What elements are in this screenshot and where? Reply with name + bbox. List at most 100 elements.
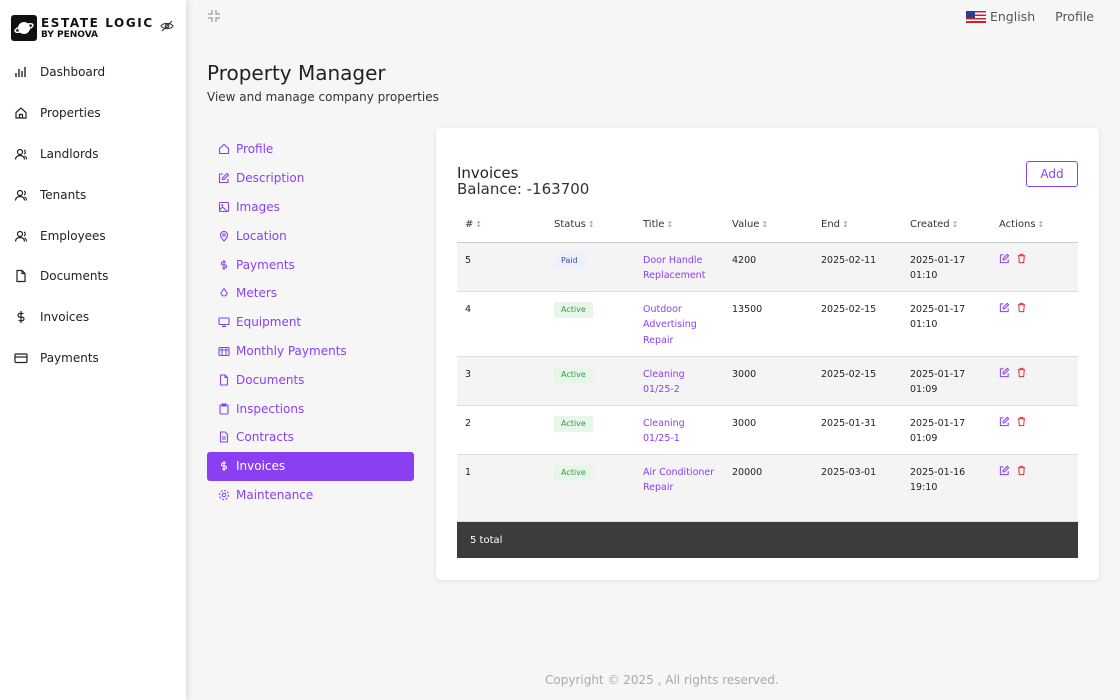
submenu-item-label: Documents	[236, 372, 305, 387]
dollar-icon	[218, 258, 231, 271]
copyright: Copyright © 2025 , All rights reserved.	[545, 673, 779, 687]
user-icon	[14, 187, 30, 203]
submenu-item-location[interactable]: Location	[207, 221, 414, 250]
trash-icon[interactable]	[1016, 416, 1027, 427]
column-header-status[interactable]: Status ↕	[546, 208, 635, 243]
cell-id: 1	[457, 454, 546, 522]
bar-chart-icon	[14, 64, 30, 80]
submenu-item-label: Invoices	[236, 459, 286, 474]
logo[interactable]: ESTATE LOGIC BY PENOVA	[11, 15, 154, 41]
dollar-icon	[14, 309, 30, 325]
sidebar-item-dashboard[interactable]: Dashboard	[0, 52, 186, 93]
submenu-item-label: Maintenance	[236, 487, 314, 502]
submenu-item-images[interactable]: Images	[207, 193, 414, 222]
dollar-icon	[218, 460, 231, 473]
cell-created: 2025-01-17 01:09	[902, 356, 991, 406]
sort-icon: ↕	[587, 220, 595, 230]
submenu-item-maintenance[interactable]: Maintenance	[207, 481, 414, 510]
edit-icon[interactable]	[999, 302, 1010, 313]
cell-value: 20000	[724, 454, 813, 522]
cell-created: 2025-01-16 19:10	[902, 454, 991, 522]
column-header-title[interactable]: Title ↕	[635, 208, 724, 243]
user-icon	[14, 146, 30, 162]
sort-icon: ↕	[1037, 220, 1045, 230]
submenu-item-invoices[interactable]: Invoices	[207, 451, 414, 481]
column-header-value[interactable]: Value ↕	[724, 208, 813, 243]
submenu-item-contracts[interactable]: Contracts	[207, 423, 414, 452]
sidebar-item-tenants[interactable]: Tenants	[0, 174, 186, 215]
home-icon	[218, 143, 231, 156]
cell-end: 2025-03-01	[813, 454, 902, 522]
calendar-icon	[218, 344, 231, 357]
cell-id: 3	[457, 356, 546, 406]
submenu-item-documents[interactable]: Documents	[207, 365, 414, 394]
invoice-title-link[interactable]: Outdoor Advertising Repair	[635, 291, 724, 357]
credit-card-icon	[14, 350, 30, 366]
cell-value: 3000	[724, 405, 813, 455]
trash-icon[interactable]	[1016, 253, 1027, 264]
trash-icon[interactable]	[1016, 367, 1027, 378]
sidebar-item-payments[interactable]: Payments	[0, 338, 186, 379]
trash-icon[interactable]	[1016, 302, 1027, 313]
edit-icon[interactable]	[999, 465, 1010, 476]
submenu-item-meters[interactable]: Meters	[207, 279, 414, 308]
edit-icon[interactable]	[999, 367, 1010, 378]
submenu-item-equipment[interactable]: Equipment	[207, 308, 414, 337]
submenu-item-payments[interactable]: Payments	[207, 250, 414, 279]
invoice-title-link[interactable]: Door Handle Replacement	[635, 242, 724, 292]
page-title: Property Manager	[207, 61, 386, 85]
sidebar-item-label: Tenants	[40, 187, 87, 202]
submenu-item-label: Contracts	[236, 430, 294, 445]
sidebar-item-documents[interactable]: Documents	[0, 256, 186, 297]
submenu-item-description[interactable]: Description	[207, 164, 414, 193]
table-row: 1 Active Air Conditioner Repair 20000 20…	[457, 454, 1078, 522]
submenu-item-inspections[interactable]: Inspections	[207, 394, 414, 423]
edit-icon[interactable]	[999, 253, 1010, 264]
cell-created: 2025-01-17 01:10	[902, 291, 991, 357]
status-badge: Paid	[554, 252, 585, 269]
monitor-icon	[218, 316, 231, 329]
sidebar-item-employees[interactable]: Employees	[0, 215, 186, 256]
cell-end: 2025-02-15	[813, 356, 902, 406]
invoice-title-link[interactable]: Cleaning 01/25-2	[635, 356, 724, 406]
map-pin-icon	[218, 229, 231, 242]
column-header-created[interactable]: Created ↕	[902, 208, 991, 243]
status-badge: Active	[554, 366, 593, 383]
profile-link[interactable]: Profile	[1055, 9, 1094, 24]
submenu-item-monthly-payments[interactable]: Monthly Payments	[207, 337, 414, 366]
cell-created: 2025-01-17 01:09	[902, 405, 991, 455]
cell-end: 2025-02-11	[813, 242, 902, 292]
cell-end: 2025-02-15	[813, 291, 902, 357]
column-header-end[interactable]: End ↕	[813, 208, 902, 243]
sidebar-item-landlords[interactable]: Landlords	[0, 134, 186, 175]
cell-id: 5	[457, 242, 546, 292]
invoice-title-link[interactable]: Cleaning 01/25-1	[635, 405, 724, 455]
eye-toggle-icon[interactable]	[160, 18, 174, 32]
edit-icon	[218, 172, 231, 185]
invoice-title-link[interactable]: Air Conditioner Repair	[635, 454, 724, 522]
submenu-item-profile[interactable]: Profile	[207, 135, 414, 164]
minimize-icon[interactable]	[207, 8, 221, 22]
add-invoice-button[interactable]: Add	[1026, 161, 1078, 187]
column-header-number[interactable]: # ↕	[457, 208, 546, 243]
file-icon	[14, 268, 30, 284]
clipboard-icon	[218, 402, 231, 415]
trash-icon[interactable]	[1016, 465, 1027, 476]
brand-byline: BY PENOVA	[41, 29, 99, 40]
status-badge: Active	[554, 464, 593, 481]
sort-icon: ↕	[842, 220, 849, 230]
cell-id: 2	[457, 405, 546, 455]
file-icon	[218, 373, 231, 386]
cell-value: 3000	[724, 356, 813, 406]
sidebar-item-properties[interactable]: Properties	[0, 93, 186, 134]
cell-id: 4	[457, 291, 546, 357]
language-selector[interactable]: English	[990, 9, 1035, 24]
sidebar-item-invoices[interactable]: Invoices	[0, 297, 186, 338]
edit-icon[interactable]	[999, 416, 1010, 427]
sort-icon: ↕	[951, 220, 959, 230]
submenu-item-label: Payments	[236, 257, 295, 272]
status-badge: Active	[554, 301, 593, 318]
brand-name: ESTATE LOGIC	[41, 15, 154, 30]
column-header-actions[interactable]: Actions ↕	[991, 208, 1078, 243]
table-row: 3 Active Cleaning 01/25-2 3000 2025-02-1…	[457, 356, 1078, 406]
